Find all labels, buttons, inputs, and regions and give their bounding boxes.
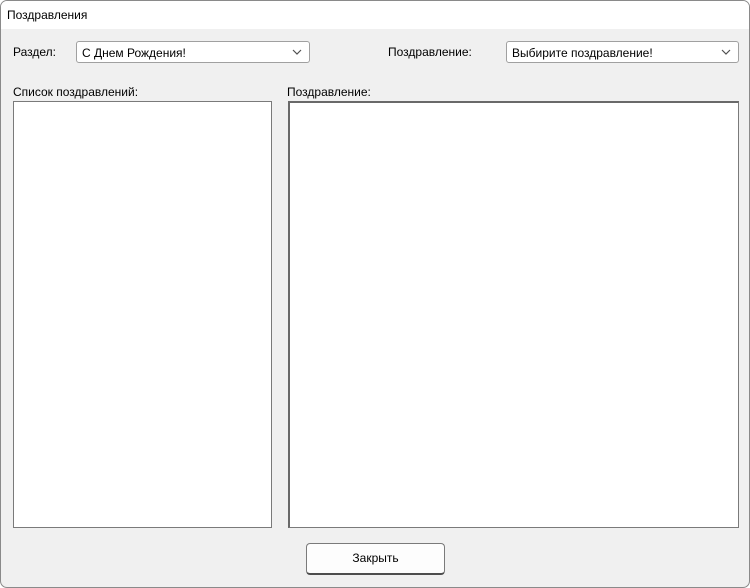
window-title: Поздравления (7, 8, 88, 22)
chevron-down-icon (721, 49, 731, 55)
greeting-select[interactable]: Выбирите поздравление! (506, 41, 739, 63)
chevron-down-icon (292, 49, 302, 55)
greetings-list[interactable] (13, 101, 272, 528)
greeting-text-label: Поздравление: (287, 85, 371, 99)
greeting-select-value: Выбирите поздравление! (512, 46, 653, 60)
greeting-text-area[interactable] (288, 101, 739, 528)
section-select[interactable]: С Днем Рождения! (76, 41, 310, 63)
greetings-list-label: Список поздравлений: (13, 85, 139, 99)
greetings-window: Поздравления Раздел: С Днем Рождения! По… (0, 0, 750, 588)
section-select-value: С Днем Рождения! (82, 46, 186, 60)
section-label: Раздел: (13, 45, 56, 59)
greeting-select-label: Поздравление: (388, 45, 472, 59)
close-button[interactable]: Закрыть (306, 543, 445, 575)
title-bar: Поздравления (1, 1, 749, 29)
